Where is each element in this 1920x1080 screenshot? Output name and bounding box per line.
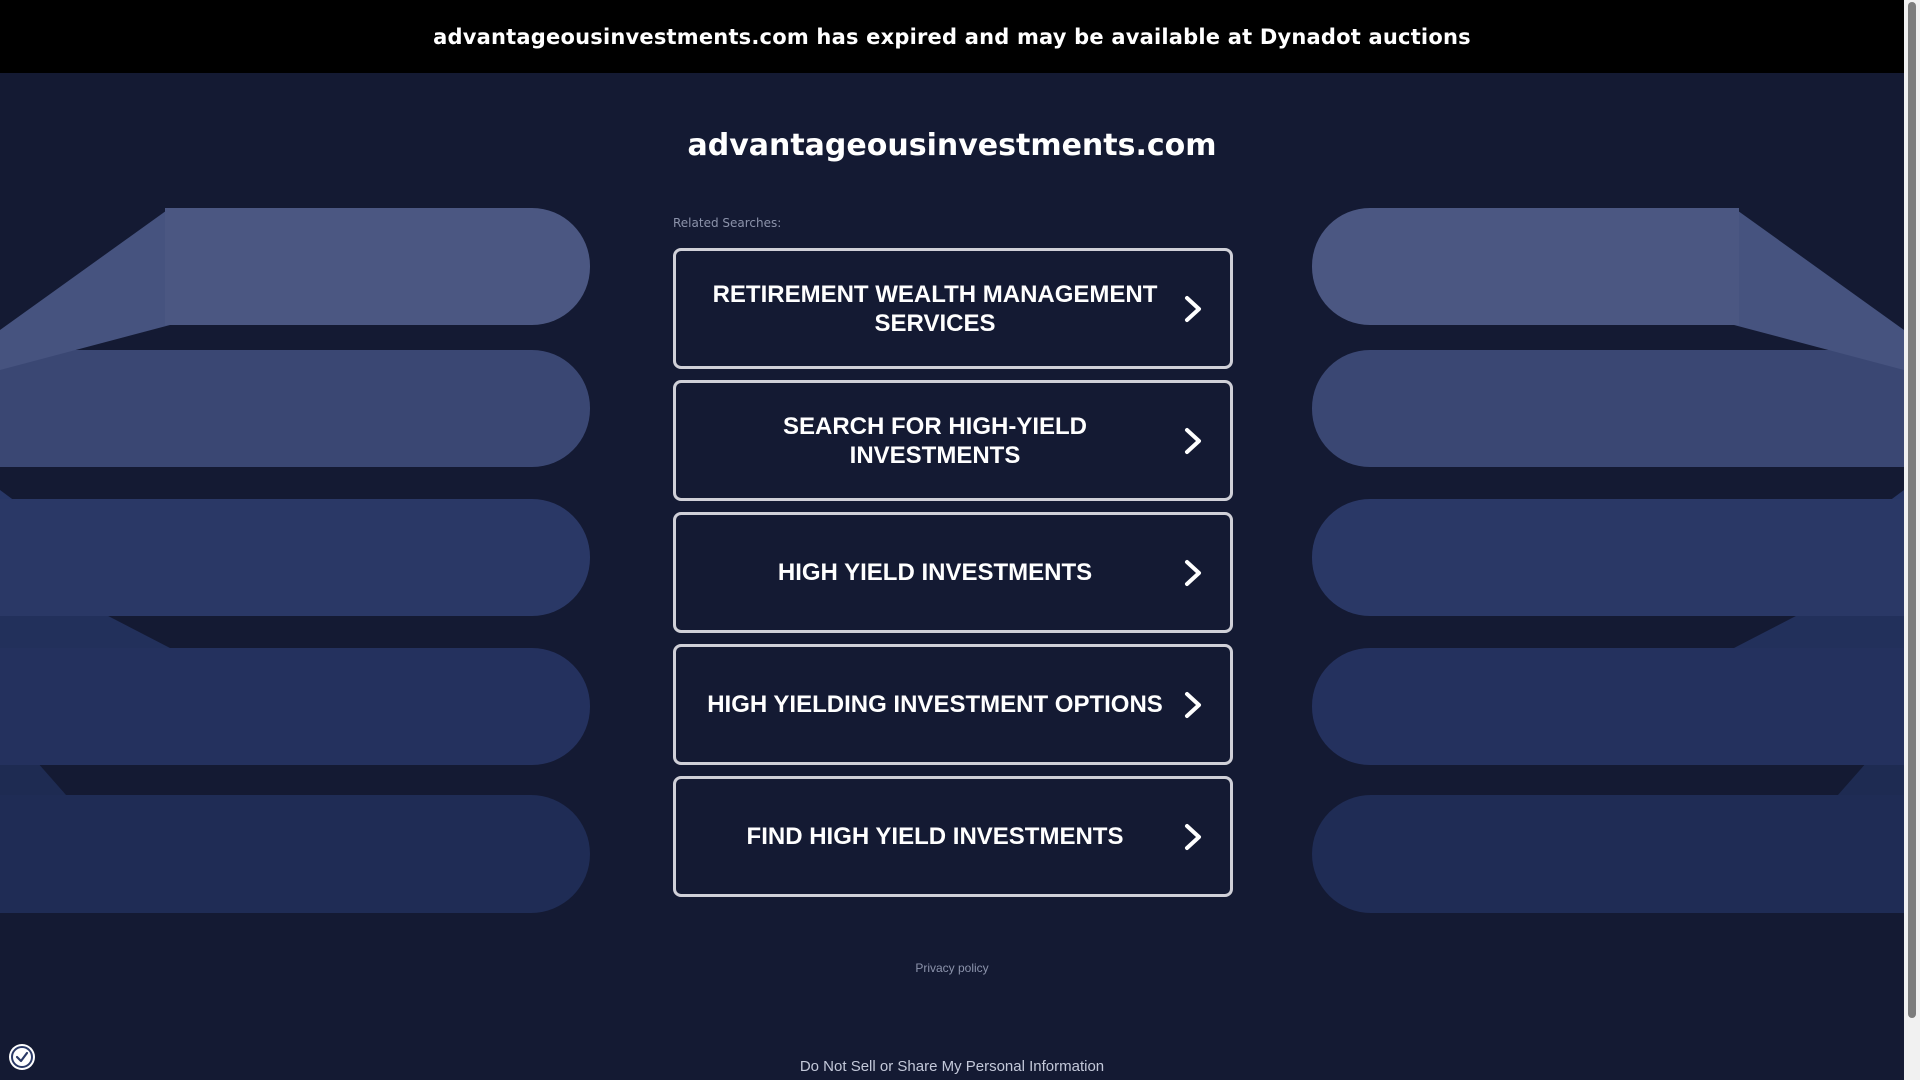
shield-check-icon: [11, 1046, 33, 1068]
chevron-right-icon: [1185, 427, 1201, 454]
chevron-right-icon: [1185, 691, 1201, 718]
do-not-sell-link[interactable]: Do Not Sell or Share My Personal Informa…: [0, 1058, 1904, 1075]
banner-text[interactable]: advantageousinvestments.com has expired …: [433, 25, 1471, 49]
related-searches-list: RETIREMENT WEALTH MANAGEMENT SERVICES SE…: [673, 248, 1233, 908]
related-search-label[interactable]: HIGH YIELD INVESTMENTS: [676, 558, 1230, 587]
parked-domain-page: advantageousinvestments.com has expired …: [0, 0, 1904, 1080]
chevron-right-icon: [1185, 823, 1201, 850]
related-searches-label: Related Searches:: [673, 216, 782, 230]
page-title: advantageousinvestments.com: [687, 128, 1217, 163]
chevron-right-icon: [1185, 295, 1201, 322]
chevron-right-icon: [1185, 559, 1201, 586]
related-search-link[interactable]: HIGH YIELD INVESTMENTS: [673, 512, 1233, 633]
related-search-label[interactable]: HIGH YIELDING INVESTMENT OPTIONS: [676, 690, 1230, 719]
related-search-label[interactable]: FIND HIGH YIELD INVESTMENTS: [676, 822, 1230, 851]
related-search-link[interactable]: FIND HIGH YIELD INVESTMENTS: [673, 776, 1233, 897]
related-search-link[interactable]: HIGH YIELDING INVESTMENT OPTIONS: [673, 644, 1233, 765]
vertical-scrollbar[interactable]: [1904, 0, 1920, 1080]
related-search-label[interactable]: SEARCH FOR HIGH-YIELD INVESTMENTS: [676, 412, 1230, 470]
related-search-link[interactable]: RETIREMENT WEALTH MANAGEMENT SERVICES: [673, 248, 1233, 369]
expired-domain-banner[interactable]: advantageousinvestments.com has expired …: [0, 0, 1904, 73]
scrollbar-thumb[interactable]: [1908, 2, 1916, 1018]
related-search-label[interactable]: RETIREMENT WEALTH MANAGEMENT SERVICES: [676, 280, 1230, 338]
privacy-policy-link[interactable]: Privacy policy: [0, 961, 1904, 975]
related-search-link[interactable]: SEARCH FOR HIGH-YIELD INVESTMENTS: [673, 380, 1233, 501]
privacy-consent-icon[interactable]: [9, 1044, 35, 1070]
